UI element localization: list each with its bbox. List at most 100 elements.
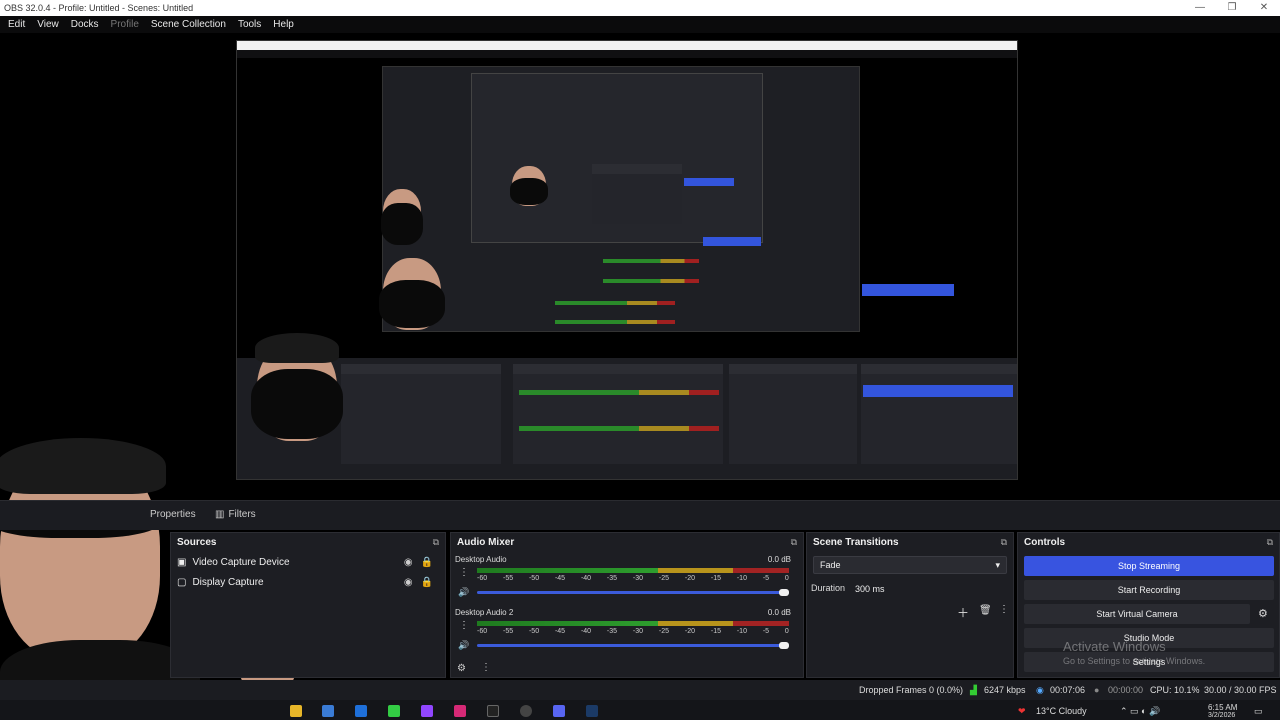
activate-windows-watermark: Activate Windows Go to Settings to activ… [1063,639,1205,666]
controls-title: Controls [1024,536,1066,548]
watermark-line2: Go to Settings to activate Windows. [1063,656,1206,666]
instagram-icon[interactable] [454,705,466,717]
nested-meter-c [519,390,719,395]
kebab-menu-icon[interactable]: ⋮ [459,620,469,631]
scale-tick: -50 [528,575,540,582]
menu-scene-collection[interactable]: Scene Collection [145,19,232,30]
stop-streaming-button[interactable]: Stop Streaming [1024,556,1274,576]
nested-meter-d [519,426,719,431]
trash-icon[interactable]: 🗑 [979,605,992,616]
duration-label: Duration [811,583,846,593]
speaker-icon[interactable]: 🔊 [458,640,469,651]
gear-icon[interactable]: ⚙ [457,663,466,674]
dock-undock-icon[interactable]: ⧉ [791,537,797,548]
record-icon: ● [1094,685,1100,695]
steam-icon[interactable] [586,705,598,717]
nested-transitions [729,364,857,464]
start-virtual-camera-button[interactable]: Start Virtual Camera [1024,604,1250,624]
speaker-icon[interactable]: 🔊 [458,587,469,598]
scale-tick: -25 [658,575,670,582]
scale-tick: -40 [580,628,592,635]
nested-mini-meter [603,259,699,263]
chevron-down-icon: ▾ [995,560,1000,570]
discord-icon[interactable] [553,705,565,717]
mixer-channel-desktop-audio-2: Desktop Audio 2 0.0 dB ⋮ -60 -55 -50 -45 -40-… [455,608,795,650]
menu-view[interactable]: View [31,19,65,30]
scale-tick: -10 [736,628,747,635]
scale-tick: -40 [580,575,592,582]
scale-tick: -35 [606,575,618,582]
maximize-button[interactable]: ❐ [1216,0,1248,16]
sources-dock: Sources ⧉ ▣ Video Capture Device ◉ 🔒 ▢ Di… [170,532,446,678]
minimize-button[interactable]: — [1184,0,1216,16]
tab-properties[interactable]: Properties [150,509,196,520]
scale-tick: -5 [762,575,770,582]
notification-icon[interactable]: ▭ [1254,706,1263,717]
menu-help[interactable]: Help [267,19,300,30]
dock-undock-icon[interactable]: ⧉ [433,537,439,548]
lock-icon[interactable]: 🔒 [421,577,433,588]
kebab-menu-icon[interactable]: ⋮ [999,604,1009,615]
start-recording-button[interactable]: Start Recording [1024,580,1274,600]
weather-text[interactable]: 13°C Cloudy [1036,706,1087,716]
volume-slider-handle[interactable] [779,642,789,649]
mixer-header: Audio Mixer ⧉ [451,533,803,551]
sources-header: Sources ⧉ [171,533,445,551]
eye-icon[interactable]: ◉ [404,557,413,568]
volume-meter [477,621,789,626]
dock-undock-icon[interactable]: ⧉ [1267,537,1273,548]
scale-tick: -15 [710,628,721,635]
dropped-frames: Dropped Frames 0 (0.0%) [859,685,964,695]
taskbar: ❤ 13°C Cloudy ⌃ ▭ ◐ 🔊 6:15 AM 3/2/2026 ▭ [0,700,1280,720]
file-explorer-icon[interactable] [290,705,302,717]
menu-profile[interactable]: Profile [105,19,145,30]
fps: 30.00 / 30.00 FPS [1204,685,1277,695]
nested-mini-mixer [592,164,682,224]
volume-slider-handle[interactable] [779,589,789,596]
source-item-video-capture[interactable]: ▣ Video Capture Device ◉ 🔒 [177,553,439,571]
scale-tick: -30 [632,628,644,635]
gear-icon[interactable]: ⚙ [1258,607,1268,620]
add-transition-icon[interactable]: ＋ [957,604,969,621]
scale-tick: -50 [528,628,540,635]
clock-time[interactable]: 6:15 AM [1208,703,1237,712]
obs-icon[interactable] [520,705,532,717]
lock-icon[interactable]: 🔒 [421,557,433,568]
x-icon[interactable] [487,705,499,717]
menu-tools[interactable]: Tools [232,19,267,30]
duration-spinbox[interactable]: 300 ms [851,580,1007,598]
nested-shades-large [379,280,445,328]
record-time: 00:00:00 [1108,685,1144,695]
dock-undock-icon[interactable]: ⧉ [1001,537,1007,548]
scale-tick: -60 [477,628,488,635]
kick-icon[interactable] [388,705,400,717]
eye-icon[interactable]: ◉ [404,577,413,588]
menu-docks[interactable]: Docks [65,19,105,30]
close-button[interactable]: ✕ [1248,0,1280,16]
nested-mini-meter-2 [603,279,699,283]
transition-select[interactable]: Fade ▾ [813,556,1007,574]
twitch-icon[interactable] [421,705,433,717]
tab-filters[interactable]: ▥ Filters [215,509,256,520]
edge-icon[interactable] [355,705,367,717]
volume-slider[interactable] [477,591,789,594]
nested-shades-xl [251,369,343,440]
clock-date[interactable]: 3/2/2026 [1208,712,1235,719]
store-icon[interactable] [322,705,334,717]
menu-edit[interactable]: Edit [2,19,31,30]
duration-value: 300 ms [855,584,885,594]
system-tray-icons[interactable]: ⌃ ▭ ◐ 🔊 [1120,706,1160,717]
scale-tick: -60 [477,575,488,582]
nested-titlebar [237,41,1017,50]
nested-shades-medium [381,203,423,246]
status-bar: Dropped Frames 0 (0.0%) ▟ 6247 kbps ◉ 00… [0,680,1280,700]
kebab-menu-icon[interactable]: ⋮ [459,567,469,578]
stream-time: 00:07:06 [1050,685,1086,695]
watermark-line1: Activate Windows [1063,639,1166,654]
scale-tick: 0 [784,628,789,635]
source-item-display-capture[interactable]: ▢ Display Capture ◉ 🔒 [177,573,439,591]
mixer-channel-desktop-audio: Desktop Audio 0.0 dB ⋮ -60 -55 -50 -45 -40 -35… [455,555,795,597]
cpu-usage: CPU: 10.1% [1150,685,1200,695]
kebab-menu-icon[interactable]: ⋮ [481,662,491,673]
volume-slider[interactable] [477,644,789,647]
